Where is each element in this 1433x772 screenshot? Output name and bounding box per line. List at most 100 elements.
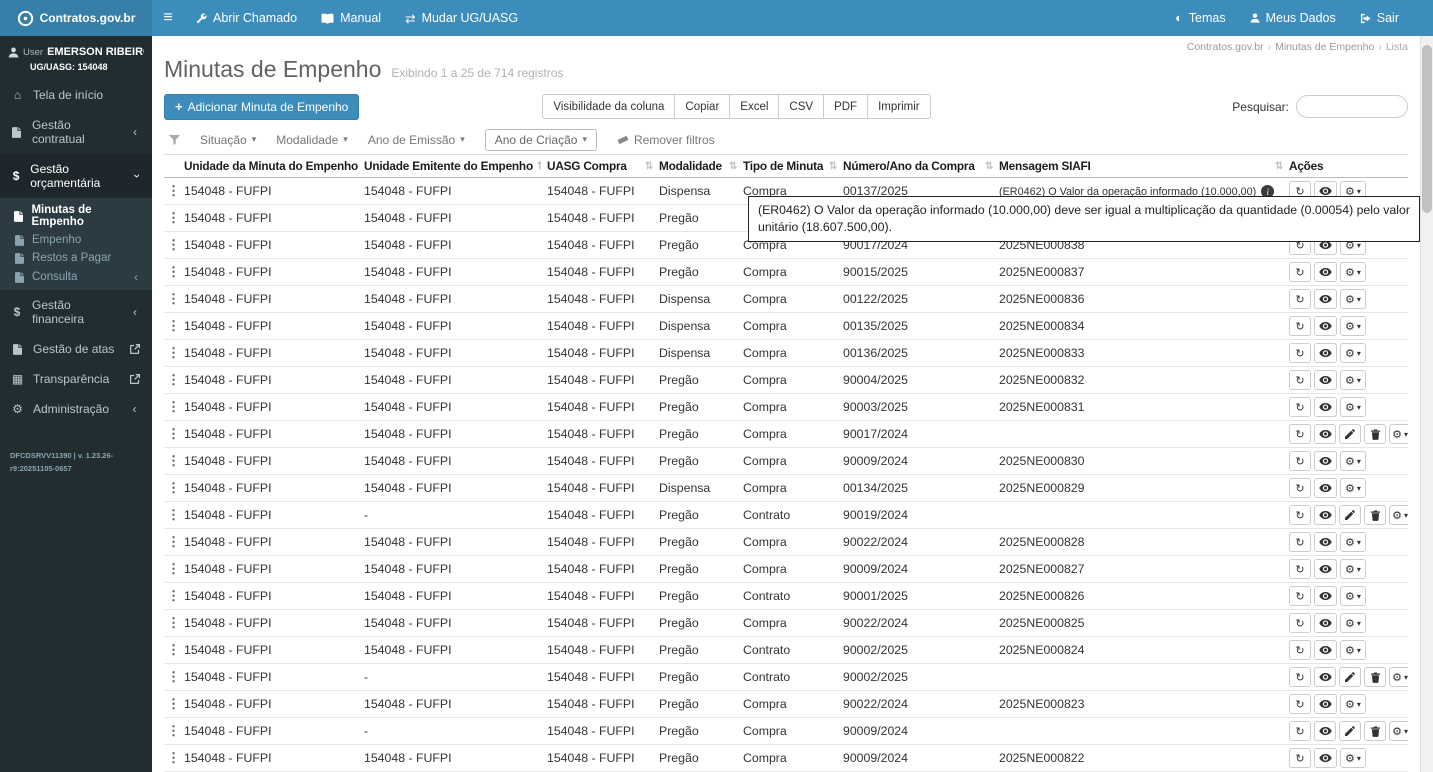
row-more-actions-button[interactable]: ⚙▾ xyxy=(1340,586,1366,606)
column-header-modalidade[interactable]: Modalidade ⇅ xyxy=(659,154,743,178)
sort-icon[interactable]: ⇅ xyxy=(1275,161,1283,172)
drag-handle-icon[interactable]: ⋮ xyxy=(167,696,180,711)
row-refresh-button[interactable]: ↻ xyxy=(1289,667,1311,687)
row-more-actions-button[interactable]: ⚙▾ xyxy=(1340,559,1366,579)
row-view-button[interactable] xyxy=(1314,451,1337,471)
sidebar-item-empenho[interactable]: Empenho xyxy=(0,231,152,249)
drag-handle-icon[interactable]: ⋮ xyxy=(167,534,180,549)
column-header-tipo-de-minuta[interactable]: Tipo de Minuta ⇅ xyxy=(743,154,843,178)
row-delete-button[interactable] xyxy=(1364,721,1386,741)
row-refresh-button[interactable]: ↻ xyxy=(1289,559,1311,579)
row-more-actions-button[interactable]: ⚙▾ xyxy=(1389,721,1408,741)
filter-ano-de-criacao[interactable]: Ano de Criação ▾ xyxy=(484,128,597,151)
row-refresh-button[interactable]: ↻ xyxy=(1289,586,1311,606)
row-view-button[interactable] xyxy=(1314,532,1337,552)
row-view-button[interactable] xyxy=(1314,289,1337,309)
row-refresh-button[interactable]: ↻ xyxy=(1289,748,1311,768)
drag-handle-icon[interactable]: ⋮ xyxy=(167,480,180,495)
row-edit-button[interactable] xyxy=(1339,667,1361,687)
row-view-button[interactable] xyxy=(1314,478,1337,498)
filter-modalidade[interactable]: Modalidade ▾ xyxy=(276,133,348,147)
row-more-actions-button[interactable]: ⚙▾ xyxy=(1340,289,1366,309)
row-refresh-button[interactable]: ↻ xyxy=(1289,289,1311,309)
sidebar-item-transparencia[interactable]: ▦ Transparência xyxy=(0,364,152,394)
sort-icon[interactable]: ⇅ xyxy=(645,161,653,172)
row-more-actions-button[interactable]: ⚙▾ xyxy=(1340,694,1366,714)
row-edit-button[interactable] xyxy=(1339,424,1361,444)
row-refresh-button[interactable]: ↻ xyxy=(1289,370,1311,390)
row-refresh-button[interactable]: ↻ xyxy=(1289,397,1311,417)
row-view-button[interactable] xyxy=(1314,262,1337,282)
row-edit-button[interactable] xyxy=(1339,505,1361,525)
row-delete-button[interactable] xyxy=(1364,667,1386,687)
row-view-button[interactable] xyxy=(1314,397,1337,417)
export-csv-button[interactable]: CSV xyxy=(778,94,825,119)
row-view-button[interactable] xyxy=(1314,748,1337,768)
drag-handle-icon[interactable]: ⋮ xyxy=(167,453,180,468)
drag-handle-icon[interactable]: ⋮ xyxy=(167,372,180,387)
sidebar-item-minutas-de-empenho[interactable]: Minutas de Empenho xyxy=(0,201,152,231)
search-input[interactable] xyxy=(1296,95,1408,118)
row-delete-button[interactable] xyxy=(1364,505,1386,525)
row-more-actions-button[interactable]: ⚙▾ xyxy=(1340,316,1366,336)
drag-handle-icon[interactable]: ⋮ xyxy=(167,669,180,684)
column-header-uasg-compra[interactable]: UASG Compra ⇅ xyxy=(547,154,659,178)
row-delete-button[interactable] xyxy=(1364,424,1386,444)
row-more-actions-button[interactable]: ⚙▾ xyxy=(1340,478,1366,498)
sidebar-item-tela-de-inicio[interactable]: ⌂ Tela de início xyxy=(0,80,152,110)
drag-handle-icon[interactable]: ⋮ xyxy=(167,615,180,630)
row-view-button[interactable] xyxy=(1314,721,1336,741)
export-imprimir-button[interactable]: Imprimir xyxy=(867,94,931,119)
drag-handle-icon[interactable]: ⋮ xyxy=(167,264,180,279)
sort-icon[interactable]: ⇅ xyxy=(985,161,993,172)
nav-temas[interactable]: ◐ Temas xyxy=(1163,0,1237,36)
row-view-button[interactable] xyxy=(1314,505,1336,525)
export-excel-button[interactable]: Excel xyxy=(729,94,780,119)
column-header-numero-ano-da-compra[interactable]: Número/Ano da Compra ⇅ xyxy=(843,154,999,178)
row-refresh-button[interactable]: ↻ xyxy=(1289,451,1311,471)
row-refresh-button[interactable]: ↻ xyxy=(1289,343,1311,363)
nav-mudar-ug-uasg[interactable]: ⇄ Mudar UG/UASG xyxy=(393,0,530,36)
add-minuta-button[interactable]: + Adicionar Minuta de Empenho xyxy=(164,93,360,120)
nav-abrir-chamado[interactable]: Abrir Chamado xyxy=(184,0,309,36)
sidebar-item-gestao-contratual[interactable]: Gestão contratual ‹ xyxy=(0,110,152,154)
row-more-actions-button[interactable]: ⚙▾ xyxy=(1340,262,1366,282)
drag-handle-icon[interactable]: ⋮ xyxy=(167,750,180,765)
row-refresh-button[interactable]: ↻ xyxy=(1289,613,1311,633)
sidebar-toggle-button[interactable]: ≡ xyxy=(152,0,184,36)
sort-icon[interactable]: ⇅ xyxy=(729,161,737,172)
row-view-button[interactable] xyxy=(1314,640,1337,660)
row-view-button[interactable] xyxy=(1314,613,1337,633)
row-refresh-button[interactable]: ↻ xyxy=(1289,721,1311,741)
drag-handle-icon[interactable]: ⋮ xyxy=(167,210,180,225)
row-more-actions-button[interactable]: ⚙▾ xyxy=(1389,667,1408,687)
row-view-button[interactable] xyxy=(1314,424,1336,444)
sort-icon[interactable]: ⇅ xyxy=(537,161,541,172)
row-refresh-button[interactable]: ↻ xyxy=(1289,316,1311,336)
drag-handle-icon[interactable]: ⋮ xyxy=(167,318,180,333)
drag-handle-icon[interactable]: ⋮ xyxy=(167,345,180,360)
nav-sair[interactable]: Sair xyxy=(1348,0,1411,36)
drag-handle-icon[interactable]: ⋮ xyxy=(167,561,180,576)
row-view-button[interactable] xyxy=(1314,667,1336,687)
row-view-button[interactable] xyxy=(1314,343,1337,363)
sidebar-item-gestao-orcamentaria[interactable]: $ Gestão orçamentária ‹ xyxy=(0,154,152,198)
sidebar-item-consulta[interactable]: Consulta ‹ xyxy=(0,267,152,287)
row-refresh-button[interactable]: ↻ xyxy=(1289,424,1311,444)
sidebar-item-gestao-de-atas[interactable]: Gestão de atas xyxy=(0,334,152,364)
drag-handle-icon[interactable]: ⋮ xyxy=(167,291,180,306)
row-view-button[interactable] xyxy=(1314,559,1337,579)
row-refresh-button[interactable]: ↻ xyxy=(1289,505,1311,525)
drag-handle-icon[interactable]: ⋮ xyxy=(167,237,180,252)
row-view-button[interactable] xyxy=(1314,370,1337,390)
row-view-button[interactable] xyxy=(1314,586,1337,606)
drag-handle-icon[interactable]: ⋮ xyxy=(167,426,180,441)
nav-meus-dados[interactable]: Meus Dados xyxy=(1238,0,1348,36)
row-view-button[interactable] xyxy=(1314,694,1337,714)
row-refresh-button[interactable]: ↻ xyxy=(1289,262,1311,282)
row-refresh-button[interactable]: ↻ xyxy=(1289,478,1311,498)
column-header-mensagem-siafi[interactable]: Mensagem SIAFI ⇅ xyxy=(999,154,1289,178)
row-more-actions-button[interactable]: ⚙▾ xyxy=(1340,532,1366,552)
breadcrumb-item-minutas-de-empenho[interactable]: Minutas de Empenho xyxy=(1275,41,1374,53)
vertical-scrollbar[interactable] xyxy=(1420,36,1433,772)
